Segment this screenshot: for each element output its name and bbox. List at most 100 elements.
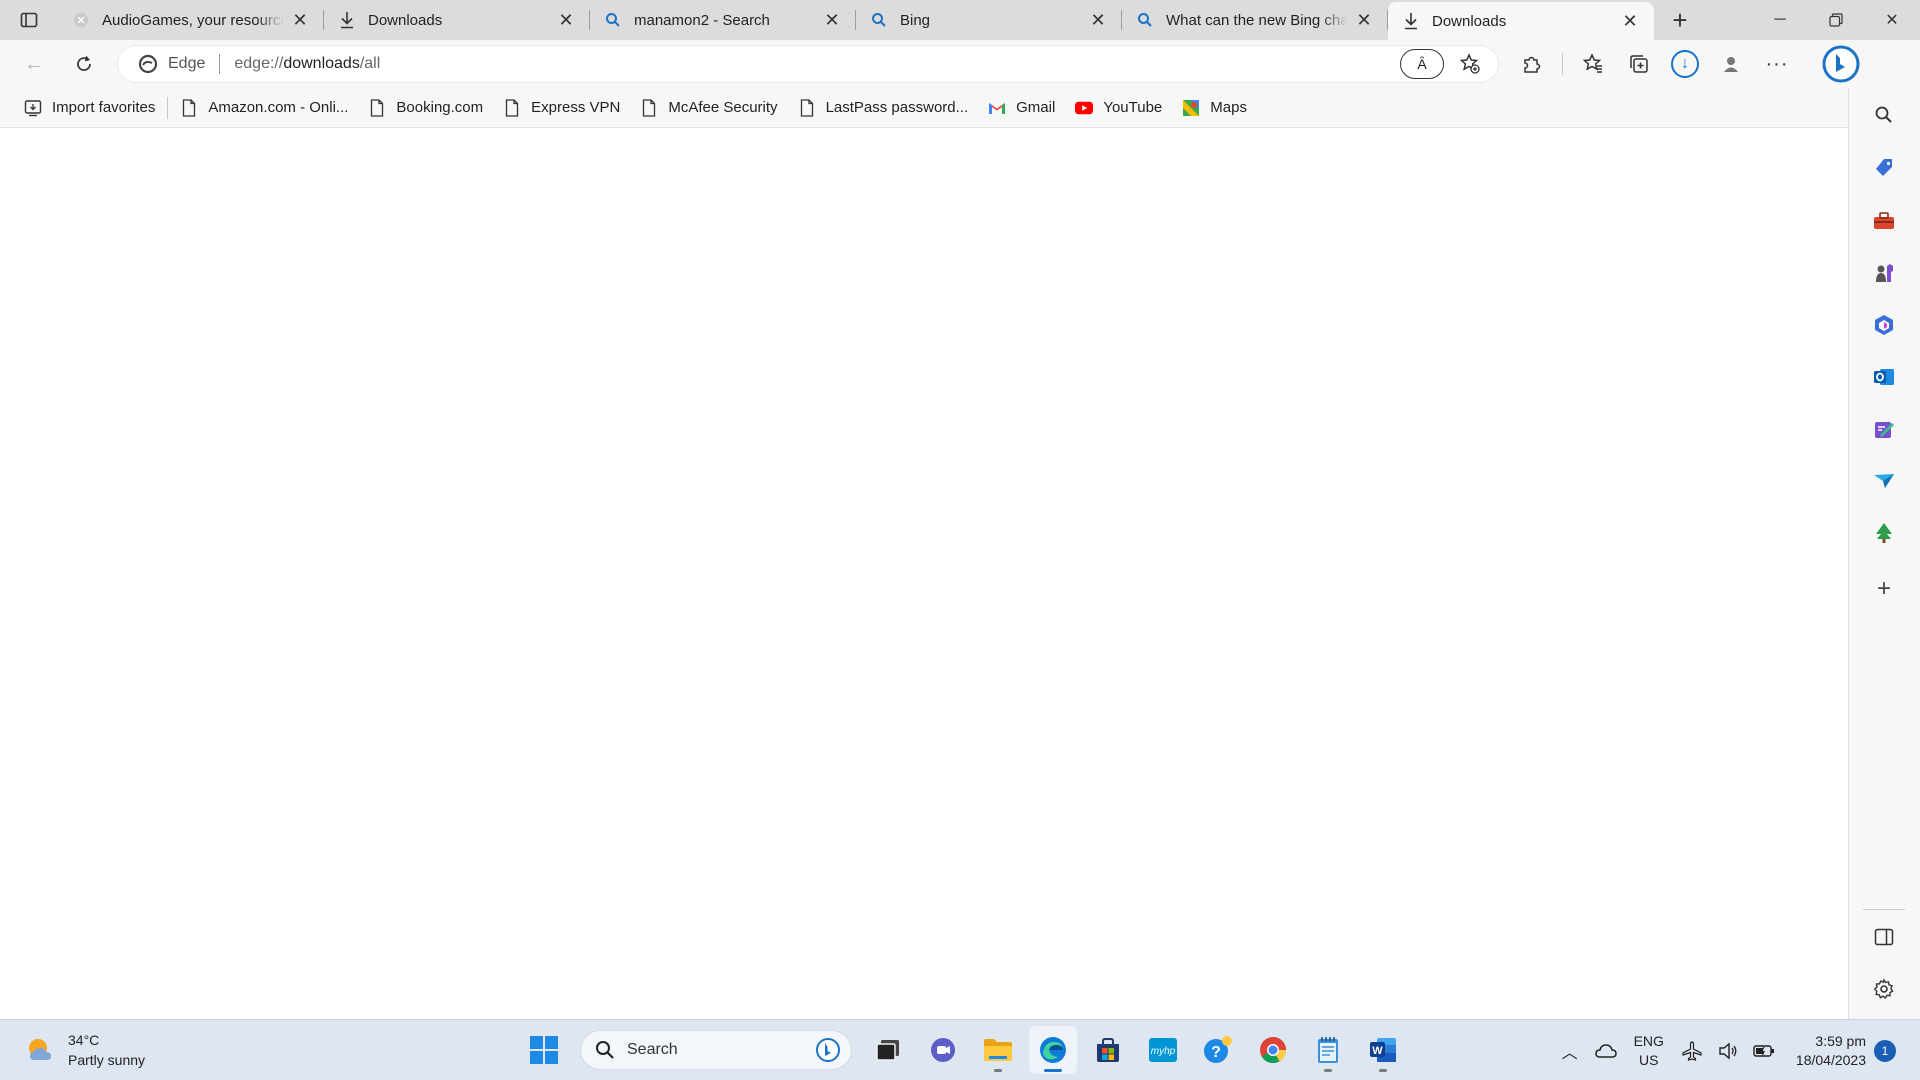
file-explorer-button[interactable] [974,1026,1022,1074]
folder-icon [984,1039,1012,1061]
teams-chat-button[interactable] [919,1026,967,1074]
tab-bing-chat[interactable]: What can the new Bing chat ✕ [1122,0,1388,40]
tab-label: manamon2 - Search [634,11,770,29]
close-window-button[interactable]: ✕ [1864,0,1920,40]
collections-icon [1630,55,1648,73]
collections-button[interactable] [1619,46,1659,82]
favorite-import[interactable]: Import favorites [14,93,165,123]
restore-icon [1829,13,1843,27]
sidebar-outlook-button[interactable] [1867,360,1901,394]
favorite-mcafee[interactable]: McAfee Security [630,93,787,123]
favorite-expressvpn[interactable]: Express VPN [493,93,630,123]
tab-audiogames[interactable]: AudioGames, your resource ✕ [58,0,324,40]
page-content [0,129,1848,1019]
show-hidden-icons-button[interactable]: ︿ [1555,1036,1585,1066]
tab-bing[interactable]: Bing ✕ [856,0,1122,40]
airplane-mode-button[interactable] [1677,1036,1707,1066]
extensions-button[interactable] [1512,46,1552,82]
tab-manamon2-search[interactable]: manamon2 - Search ✕ [590,0,856,40]
favorite-youtube[interactable]: YouTube [1065,93,1172,123]
settings-more-button[interactable]: ··· [1757,46,1797,82]
sidebar-office-button[interactable] [1867,308,1901,342]
read-aloud-button[interactable]: Ȃ [1400,49,1444,79]
task-view-icon [876,1040,899,1061]
weather-widget[interactable]: 34°C Partly sunny [24,1030,145,1070]
tab-actions-button[interactable] [0,0,58,40]
myhp-button[interactable]: myhp [1139,1026,1187,1074]
more-dots-icon: ··· [1765,52,1789,75]
task-view-button[interactable] [864,1026,912,1074]
svg-text:W: W [1372,1045,1383,1057]
edge-taskbar-button[interactable] [1029,1026,1077,1074]
toolbox-icon [1874,212,1894,229]
sidebar-hide-button[interactable] [1867,920,1901,954]
favorites-button[interactable] [1573,46,1613,82]
favorite-label: Booking.com [396,99,484,116]
restore-button[interactable] [1808,0,1864,40]
favorites-separator [167,96,169,119]
onedrive-button[interactable] [1591,1036,1621,1066]
sidebar-shopping-button[interactable] [1867,151,1901,185]
start-button[interactable] [520,1026,568,1074]
downloads-button[interactable]: ↓ [1665,46,1705,82]
back-button[interactable]: ← [14,46,54,82]
new-tab-button[interactable]: + [1660,0,1700,40]
close-icon[interactable]: ✕ [822,10,842,30]
notepad-button[interactable] [1304,1026,1352,1074]
store-icon [1097,1038,1119,1062]
favorite-maps[interactable]: Maps [1172,93,1257,123]
url-text[interactable]: edge://downloads/all [234,55,1400,73]
profile-button[interactable] [1711,46,1751,82]
tab-label: Downloads [368,11,443,29]
tab-downloads[interactable]: Downloads ✕ [324,0,590,40]
volume-button[interactable] [1713,1036,1743,1066]
chrome-button[interactable] [1249,1026,1297,1074]
battery-button[interactable] [1749,1036,1779,1066]
sidebar-tools-button[interactable] [1867,204,1901,238]
store-button[interactable] [1084,1026,1132,1074]
search-icon [604,11,622,29]
favorite-gmail[interactable]: Gmail [978,93,1065,123]
sidebar-tree-button[interactable] [1867,516,1901,550]
word-button[interactable]: W [1359,1026,1407,1074]
search-icon [1875,106,1892,123]
favorite-label: Express VPN [531,99,621,116]
clock[interactable]: 3:59 pm 18/04/2023 [1796,1032,1866,1070]
address-actions: Ȃ [1400,46,1490,82]
favorite-booking[interactable]: Booking.com [358,93,493,123]
close-icon[interactable]: ✕ [1620,11,1640,31]
toolbar: ← Edge edge://downloads/all Ȃ ↓ ··· [0,40,1920,88]
close-icon[interactable]: ✕ [290,10,310,30]
sidebar-search-button[interactable] [1867,98,1901,132]
word-icon: W [1370,1038,1396,1062]
profile-icon [1724,57,1738,72]
edge-site-info[interactable]: Edge [138,54,205,74]
minimize-button[interactable]: ─ [1752,0,1808,40]
taskbar-search[interactable]: Search [581,1031,851,1069]
favorite-lastpass[interactable]: LastPass password... [788,93,979,123]
favorite-amazon[interactable]: Amazon.com - Onli... [170,93,358,123]
page-icon [640,98,658,117]
svg-text:?: ? [1211,1044,1221,1061]
tab-label: AudioGames, your resource [102,11,284,29]
get-help-button[interactable]: ? [1194,1026,1242,1074]
battery-charging-icon [1753,1044,1774,1057]
add-favorite-button[interactable] [1450,46,1490,82]
close-icon[interactable]: ✕ [1088,10,1108,30]
close-icon[interactable]: ✕ [1354,10,1374,30]
sidebar-settings-button[interactable] [1867,972,1901,1006]
close-icon: ✕ [1885,12,1899,29]
notification-badge[interactable]: 1 [1874,1039,1896,1062]
refresh-button[interactable] [64,46,104,82]
chess-pieces-icon [1876,264,1893,282]
sidebar-add-button[interactable]: + [1867,572,1901,606]
sidebar-send-button[interactable] [1867,464,1901,498]
close-icon[interactable]: ✕ [556,10,576,30]
sidebar-games-button[interactable] [1867,256,1901,290]
bing-chat-button[interactable] [1821,44,1861,84]
address-bar[interactable]: Edge edge://downloads/all Ȃ [118,46,1498,82]
input-language-button[interactable]: ENG US [1634,1032,1664,1070]
youtube-icon [1075,99,1094,117]
sidebar-designer-button[interactable] [1867,412,1901,446]
tab-downloads-active[interactable]: Downloads ✕ [1388,2,1654,40]
